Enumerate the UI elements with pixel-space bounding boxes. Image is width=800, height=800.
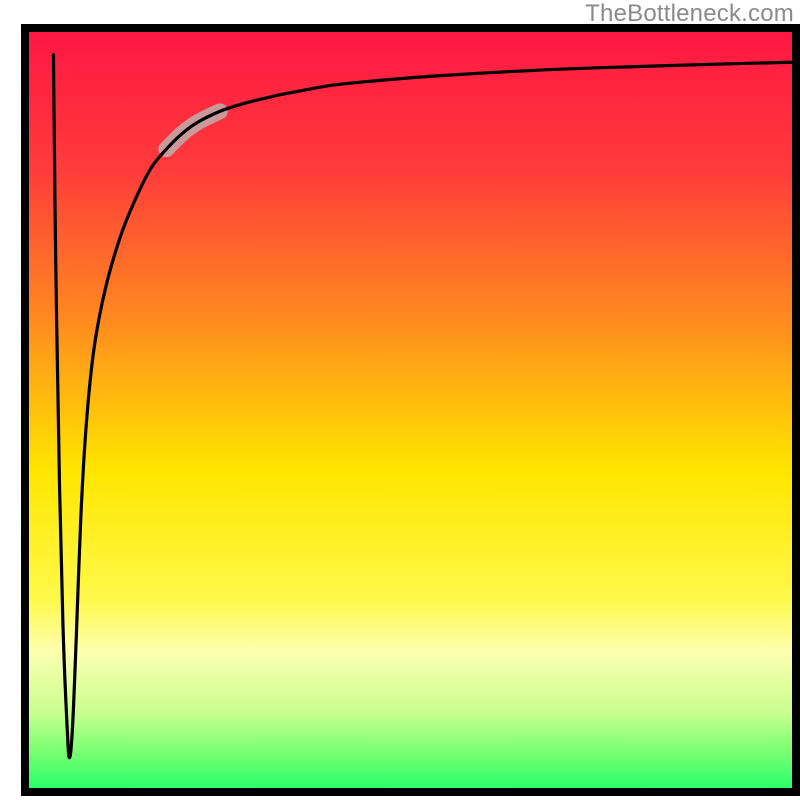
bottleneck-chart: [0, 0, 800, 800]
gradient-background: [29, 32, 792, 788]
chart-container: TheBottleneck.com: [0, 0, 800, 800]
watermark-text: TheBottleneck.com: [585, 0, 794, 28]
